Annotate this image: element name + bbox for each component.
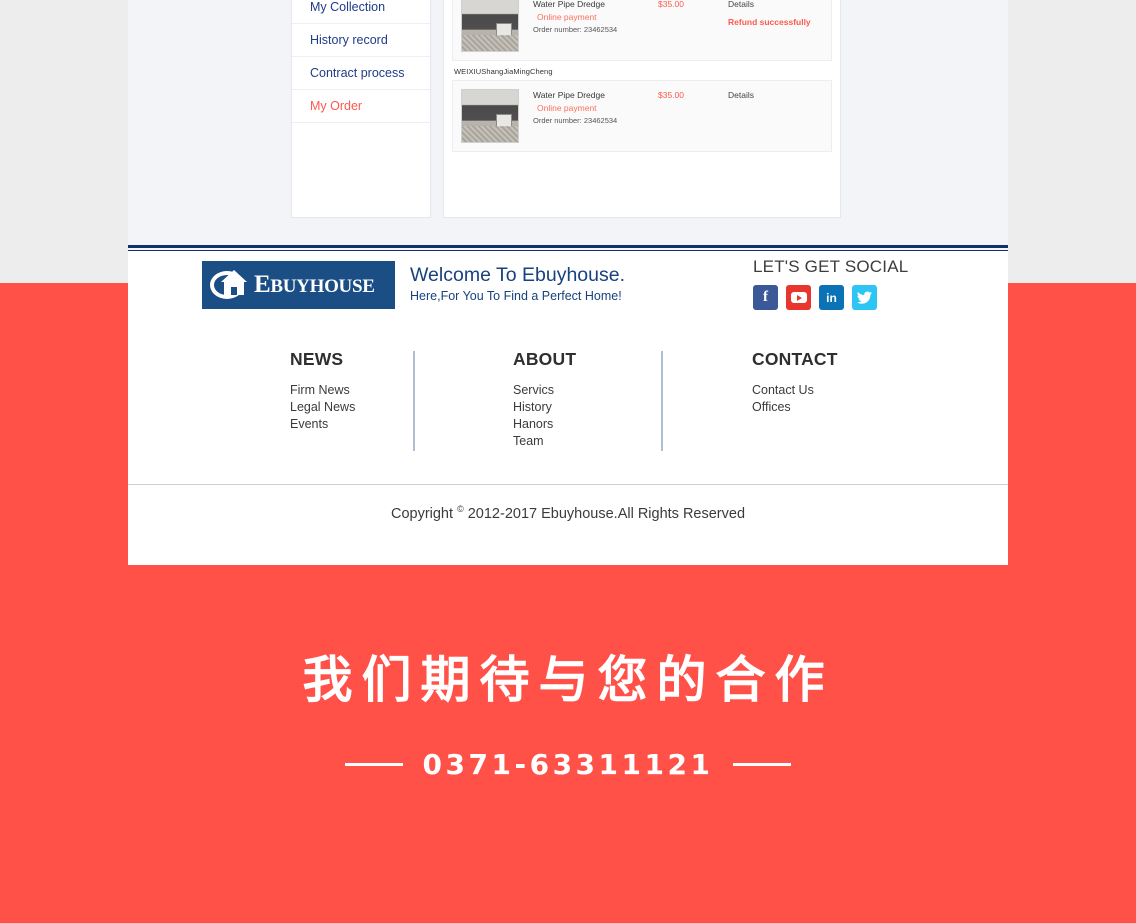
- footer-link[interactable]: Contact Us: [752, 382, 838, 399]
- order-card[interactable]: Water Pipe Dredge Online payment Order n…: [452, 0, 832, 61]
- order-list-panel: Water Pipe Dredge Online payment Order n…: [443, 0, 841, 218]
- page-column: My Collection History record Contract pr…: [128, 0, 1008, 571]
- footer-link[interactable]: Servics: [513, 382, 576, 399]
- cta-banner: 我们期待与您的合作 0371-63311121: [0, 565, 1136, 923]
- product-name: Water Pipe Dredge: [533, 0, 605, 9]
- order-info: Water Pipe Dredge Online payment Order n…: [519, 89, 658, 125]
- payment-method: Online payment: [537, 12, 597, 22]
- copyright-years: 2012-2017 Ebuyhouse.All Rights Reserved: [467, 505, 746, 522]
- linkedin-icon[interactable]: in: [819, 285, 844, 310]
- youtube-icon[interactable]: [786, 285, 811, 310]
- order-card[interactable]: Water Pipe Dredge Online payment Order n…: [452, 80, 832, 152]
- sidebar-item-history-record[interactable]: History record: [292, 24, 430, 57]
- footer-link[interactable]: History: [513, 399, 576, 416]
- sidebar-empty-space: [292, 123, 430, 217]
- product-thumbnail: [461, 89, 519, 143]
- footer-link[interactable]: Team: [513, 433, 576, 450]
- footer-column-title: ABOUT: [513, 349, 577, 369]
- order-price: $35.00: [658, 90, 684, 100]
- logo-initial: E: [254, 271, 271, 298]
- product-name: Water Pipe Dredge: [533, 90, 605, 100]
- footer-column-title: CONTACT: [752, 349, 838, 369]
- order-details-link[interactable]: Details: [728, 90, 823, 100]
- footer-link[interactable]: Legal News: [290, 399, 355, 416]
- order-actions: Details: [728, 89, 823, 108]
- banner-headline: 我们期待与您的合作: [302, 651, 834, 709]
- footer-link[interactable]: Events: [290, 416, 355, 433]
- order-details-link[interactable]: Details: [728, 0, 823, 9]
- account-area: My Collection History record Contract pr…: [128, 0, 1008, 245]
- footer-column-contact: CONTACT Contact Us Offices: [752, 349, 838, 416]
- footer-link[interactable]: Firm News: [290, 382, 355, 399]
- welcome-headline: Welcome To Ebuyhouse.: [410, 264, 625, 286]
- order-number: Order number: 23462534: [533, 116, 618, 125]
- shop-name: WEIXIUShangJiaMingCheng: [454, 67, 553, 76]
- welcome-subline: Here,For You To Find a Perfect Home!: [410, 289, 622, 303]
- welcome-message: Welcome To Ebuyhouse. Here,For You To Fi…: [410, 263, 625, 305]
- copyright-divider: [128, 484, 1008, 485]
- copyright-symbol: ©: [457, 504, 464, 514]
- footer-link[interactable]: Offices: [752, 399, 838, 416]
- order-block: Water Pipe Dredge Online payment Order n…: [452, 0, 832, 61]
- sidebar-item-my-order[interactable]: My Order: [292, 90, 430, 123]
- social-section: LET'S GET SOCIAL f in: [753, 257, 908, 310]
- logo-word: BUYHOUSE: [270, 276, 375, 297]
- logo-wordmark: EBUYHOUSE: [254, 271, 375, 299]
- account-sidebar: My Collection History record Contract pr…: [291, 0, 431, 218]
- footer-column-news: NEWS Firm News Legal News Events: [290, 349, 355, 433]
- order-status-badge: Refund successfully: [728, 17, 811, 27]
- social-icon-list: f in: [753, 285, 908, 310]
- site-footer: EBUYHOUSE Welcome To Ebuyhouse. Here,For…: [128, 251, 1008, 571]
- order-actions: Details Refund successfully: [728, 0, 823, 27]
- banner-phone-row: 0371-63311121: [0, 748, 1136, 781]
- footer-column-title: NEWS: [290, 349, 344, 369]
- product-thumbnail: [461, 0, 519, 52]
- copyright-text: Copyright © 2012-2017 Ebuyhouse.All Righ…: [128, 504, 1008, 522]
- footer-divider: [413, 351, 415, 451]
- order-price: $35.00: [658, 0, 684, 9]
- footer-link[interactable]: Hanors: [513, 416, 576, 433]
- copyright-label: Copyright: [390, 505, 454, 522]
- sidebar-item-my-collection[interactable]: My Collection: [292, 0, 430, 24]
- order-block: WEIXIUShangJiaMingCheng Water Pipe Dredg…: [452, 61, 832, 152]
- facebook-icon[interactable]: f: [753, 285, 778, 310]
- order-number: Order number: 23462534: [533, 25, 618, 34]
- order-info: Water Pipe Dredge Online payment Order n…: [519, 0, 658, 34]
- twitter-bird-glyph: [857, 291, 872, 304]
- footer-link-columns: NEWS Firm News Legal News Events ABOUT S…: [128, 349, 1008, 459]
- ebuyhouse-logo[interactable]: EBUYHOUSE: [202, 261, 395, 309]
- footer-branding-row: EBUYHOUSE Welcome To Ebuyhouse. Here,For…: [128, 251, 1008, 331]
- banner-phone-number: 0371-63311121: [422, 748, 714, 781]
- payment-method: Online payment: [537, 103, 597, 113]
- decorative-dash-left: [344, 763, 403, 766]
- footer-divider: [661, 351, 663, 451]
- social-heading: LET'S GET SOCIAL: [753, 257, 909, 276]
- house-icon: [210, 268, 250, 302]
- footer-column-about: ABOUT Servics History Hanors Team: [513, 349, 576, 450]
- decorative-dash-right: [733, 763, 792, 766]
- twitter-icon[interactable]: [852, 285, 877, 310]
- sidebar-item-contract-process[interactable]: Contract process: [292, 57, 430, 90]
